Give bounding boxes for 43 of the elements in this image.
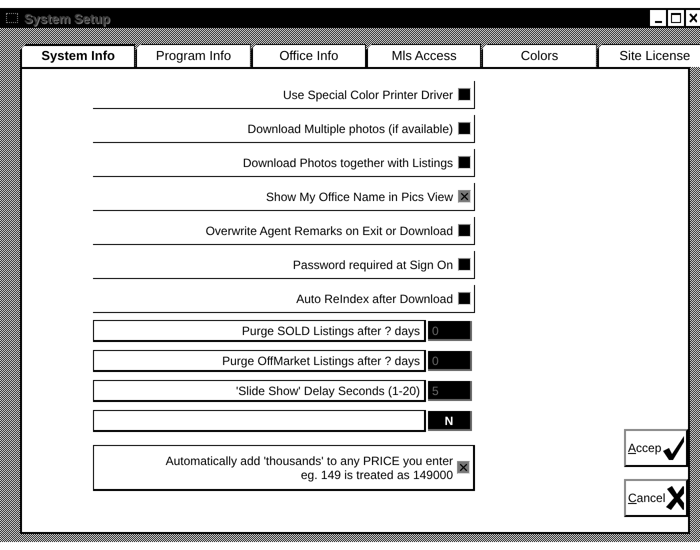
option-label: Show My Office Name in Pics View (266, 190, 453, 204)
close-button[interactable] (686, 10, 700, 26)
checkbox[interactable] (458, 292, 471, 305)
checkbox[interactable] (458, 156, 471, 169)
checkbox[interactable] (458, 190, 471, 203)
option-label: Download Photos together with Listings (242, 156, 453, 170)
field-label: 'Slide Show' Delay Seconds (1-20) (236, 384, 420, 398)
checkbox[interactable] (458, 258, 471, 271)
input-field[interactable]: N (428, 411, 472, 431)
checkbox[interactable] (458, 224, 471, 237)
close-icon (689, 12, 697, 24)
tab[interactable]: Mls Access (366, 44, 482, 67)
cancel-button[interactable]: Cancel (624, 479, 688, 517)
input-field[interactable]: 0 (428, 321, 472, 341)
maximize-icon (670, 12, 682, 24)
window-icon[interactable] (6, 13, 18, 23)
option-label: Automatically add 'thousands' to any PRICE you enter eg. 149 is treated as 149000 (166, 454, 453, 482)
x-mark-icon (460, 464, 467, 471)
tab[interactable]: Colors (481, 44, 597, 67)
x-mark-icon (461, 193, 468, 200)
input-field[interactable]: 0 (428, 351, 472, 371)
minimize-button[interactable] (650, 10, 666, 26)
field-label: Purge SOLD Listings after ? days (242, 324, 420, 338)
tab[interactable]: Program Info (135, 44, 251, 67)
tab[interactable]: Site License (596, 44, 700, 67)
option-label: Password required at Sign On (292, 258, 453, 272)
option-label: Overwrite Agent Remarks on Exit or Download (206, 224, 453, 238)
x-mark-icon (665, 485, 684, 511)
tab[interactable]: Office Info (250, 44, 366, 67)
option-label: Download Multiple photos (if available) (248, 122, 453, 136)
field-label: Purge OffMarket Listings after ? days (222, 354, 420, 368)
option-label: Auto ReIndex after Download (296, 292, 453, 306)
accept-button[interactable]: Accep (624, 429, 688, 467)
checkbox[interactable] (458, 122, 471, 135)
tab[interactable]: System Info (20, 44, 136, 67)
checkmark-icon (661, 435, 684, 461)
checkbox[interactable] (458, 88, 471, 101)
minimize-icon (654, 21, 662, 23)
maximize-button[interactable] (668, 10, 684, 26)
input-field[interactable]: 5 (428, 381, 472, 401)
option-label: Use Special Color Printer Driver (282, 88, 453, 102)
window-title: System Setup (24, 10, 111, 26)
checkbox[interactable] (457, 461, 470, 474)
